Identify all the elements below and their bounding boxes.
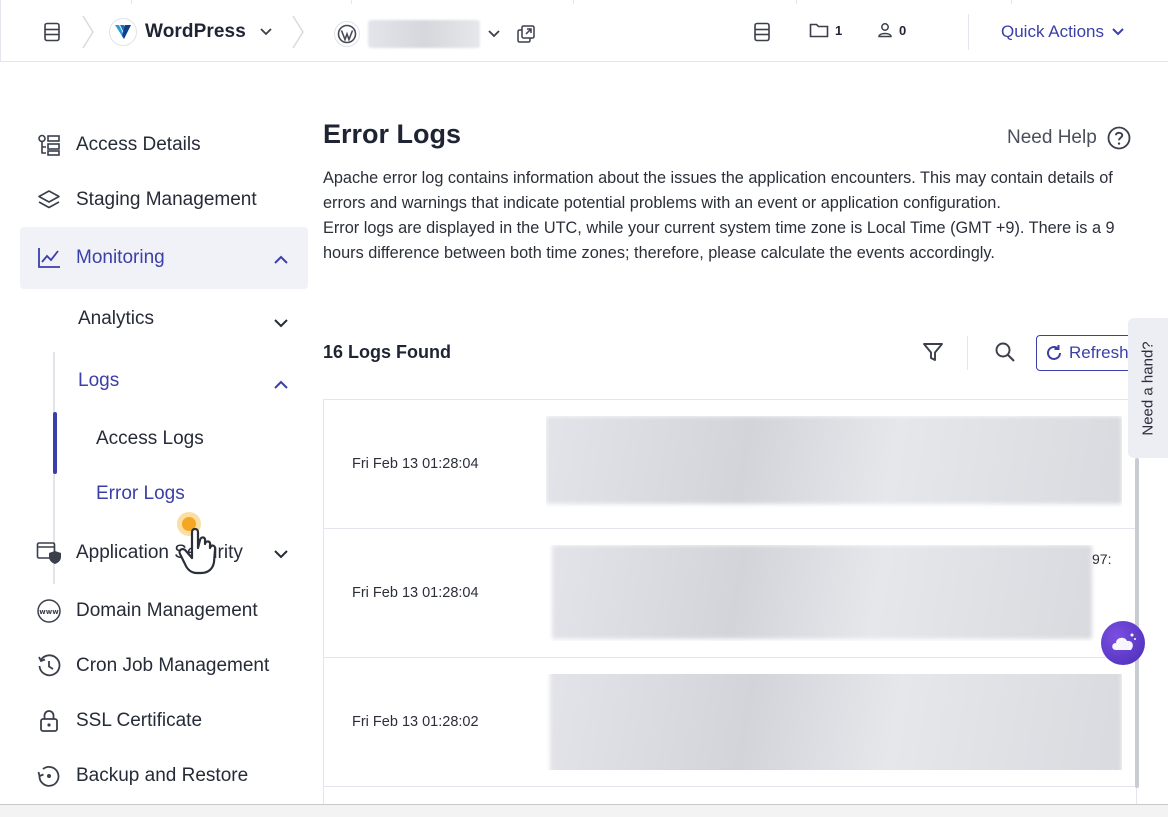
sidebar-item-monitoring[interactable]: Monitoring — [20, 227, 308, 289]
folder-icon — [809, 23, 829, 38]
folder-count: 1 — [835, 22, 843, 38]
sidebar-item-backup-and-restore[interactable]: Backup and Restore — [20, 748, 308, 804]
server-icon[interactable] — [751, 21, 773, 43]
lock-icon — [36, 708, 62, 734]
active-indicator — [53, 412, 57, 474]
sidebar-item-label: Access Details — [76, 134, 201, 155]
sidebar-item-domain-management[interactable]: www Domain Management — [20, 583, 308, 639]
svg-text:www: www — [39, 608, 59, 616]
need-help-label: Need Help — [1007, 127, 1097, 148]
chevron-up-icon[interactable] — [274, 376, 288, 394]
scrollbar[interactable] — [1135, 458, 1139, 788]
sidebar-item-ssl-certificate[interactable]: SSL Certificate — [20, 693, 308, 749]
window-bottom-edge — [0, 804, 1168, 817]
chevron-down-icon[interactable] — [274, 315, 288, 333]
wordpress-logo-icon — [334, 21, 360, 47]
sidebar-item-label: Domain Management — [76, 600, 258, 621]
site-name-redacted — [368, 20, 480, 48]
refresh-icon — [1047, 345, 1061, 360]
app-name: WordPress — [145, 21, 246, 42]
refresh-label: Refresh — [1069, 343, 1129, 362]
page-title: Error Logs — [323, 119, 462, 149]
need-help-link[interactable]: Need Help — [1007, 126, 1131, 150]
breadcrumb-separator-icon — [292, 15, 304, 49]
sidebar-subitem-access-logs[interactable]: Access Logs — [96, 428, 204, 450]
sidebar-subitem-error-logs[interactable]: Error Logs — [96, 483, 185, 505]
sidebar: Access Details Staging Management Monito… — [0, 62, 310, 804]
log-timestamp: Fri Feb 13 01:28:04 — [352, 456, 479, 472]
app-switcher[interactable]: WordPress — [109, 18, 272, 46]
table-row[interactable]: Fri Feb 13 01:28:04 — [324, 400, 1136, 529]
sidebar-item-label: Backup and Restore — [76, 765, 249, 786]
need-a-hand-tab[interactable]: Need a hand? — [1128, 318, 1168, 458]
sidebar-item-label: SSL Certificate — [76, 710, 203, 731]
folder-counter[interactable]: 1 — [809, 22, 842, 38]
sidebar-item-label: Cron Job Management — [76, 655, 270, 676]
top-bar: WordPress 1 0 Quick Actions — [0, 0, 1168, 62]
breadcrumb-separator-icon — [82, 15, 94, 49]
chatbot-launcher-icon[interactable] — [1101, 621, 1145, 665]
table-row[interactable]: Fri Feb 13 01:28:04 97: — [324, 529, 1136, 658]
description-paragraph: Apache error log contains information ab… — [323, 169, 1113, 212]
table-row[interactable]: Fri Feb 13 01:28:02 — [324, 658, 1136, 787]
sidebar-item-application-security[interactable]: Application Security — [20, 525, 308, 581]
chevron-up-icon — [274, 248, 288, 270]
site-switcher[interactable] — [334, 20, 536, 48]
chevron-down-icon — [274, 543, 288, 565]
filter-icon[interactable] — [920, 339, 946, 365]
sidebar-item-label: Staging Management — [76, 189, 257, 210]
refresh-button[interactable]: Refresh — [1036, 335, 1136, 371]
restore-icon — [36, 763, 62, 789]
user-counter[interactable]: 0 — [877, 22, 906, 38]
external-link-icon[interactable] — [516, 24, 536, 44]
history-clock-icon — [36, 653, 62, 679]
log-message-redacted — [546, 674, 1122, 770]
chevron-down-icon — [260, 23, 272, 41]
sidebar-subitem-logs[interactable]: Logs — [78, 370, 119, 392]
log-timestamp: Fri Feb 13 01:28:02 — [352, 714, 479, 730]
question-circle-icon — [1107, 126, 1131, 150]
sidebar-item-cron-job-management[interactable]: Cron Job Management — [20, 638, 308, 694]
top-edge-ticks — [1, 0, 1168, 4]
sidebar-item-access-details[interactable]: Access Details — [20, 117, 308, 173]
log-timestamp: Fri Feb 13 01:28:04 — [352, 585, 479, 601]
logs-found-count: 16 Logs Found — [323, 342, 451, 362]
logs-table: Fri Feb 13 01:28:04 Fri Feb 13 01:28:04 … — [323, 399, 1139, 805]
chart-line-icon — [36, 245, 62, 271]
sidebar-subitem-analytics[interactable]: Analytics — [78, 308, 154, 330]
vultr-logo-icon — [109, 18, 137, 46]
log-message-fragment: 97: — [1092, 551, 1112, 567]
page-description: Apache error log contains information ab… — [323, 166, 1133, 266]
main-content: Error Logs Need Help Apache error log co… — [323, 62, 1168, 805]
layers-icon — [36, 187, 62, 213]
www-icon: www — [36, 598, 62, 624]
description-paragraph: Error logs are displayed in the UTC, whi… — [323, 219, 1115, 262]
chevron-down-icon — [1112, 28, 1124, 36]
need-a-hand-label: Need a hand? — [1139, 340, 1157, 436]
user-count: 0 — [899, 22, 907, 38]
access-details-icon — [36, 132, 62, 158]
divider — [967, 336, 968, 370]
sidebar-item-label: Monitoring — [76, 247, 165, 268]
quick-actions-label: Quick Actions — [1001, 22, 1104, 41]
user-icon — [878, 23, 892, 38]
shield-browser-icon — [36, 540, 62, 566]
log-message-redacted — [546, 416, 1122, 512]
divider — [968, 14, 969, 50]
server-list-icon[interactable] — [41, 21, 63, 43]
hand-cursor-icon — [177, 512, 217, 575]
quick-actions-button[interactable]: Quick Actions — [1001, 22, 1124, 42]
sidebar-item-staging-management[interactable]: Staging Management — [20, 172, 308, 228]
search-icon[interactable] — [992, 339, 1018, 365]
chevron-down-icon — [488, 30, 500, 38]
log-message-redacted: 97: — [546, 545, 1122, 641]
